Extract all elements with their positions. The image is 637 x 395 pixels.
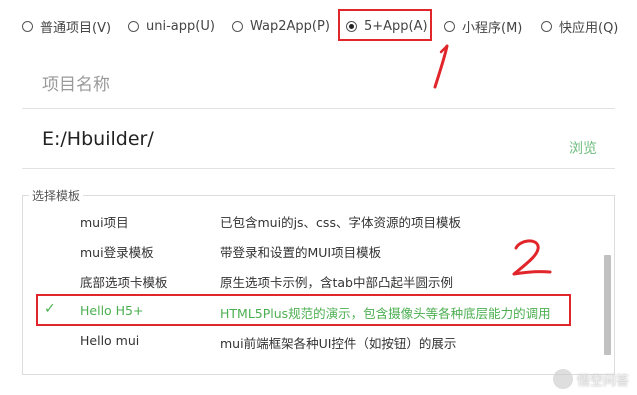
template-name: 底部选项卡模板: [80, 275, 168, 290]
highlight-box-5plus-app: [338, 9, 432, 41]
template-description: 原生选项卡示例，含tab中部凸起半圆示例: [220, 275, 453, 290]
radio-button-icon[interactable]: [541, 20, 552, 32]
radio-label: uni-app(U): [146, 18, 215, 34]
radio-label: 小程序(M): [462, 20, 523, 36]
project-location-field[interactable]: E:/Hbuilder/ 浏览: [22, 118, 615, 169]
radio-label: Wap2App(P): [250, 18, 330, 34]
radio-button-icon[interactable]: [22, 20, 33, 32]
watermark-text: 悟空问答: [576, 373, 629, 389]
watermark-logo-icon: [552, 369, 573, 389]
watermark: 悟空问答: [552, 369, 629, 389]
template-selector: 选择模板 mui项目 已包含mui的js、css、字体资源的项目模板 mui登录…: [22, 187, 615, 375]
template-name: Hello mui: [80, 333, 140, 348]
template-name: mui登录模板: [80, 245, 154, 260]
template-list-scrollbar[interactable]: [604, 255, 611, 355]
template-name: mui项目: [80, 215, 129, 230]
radio-button-icon[interactable]: [444, 20, 455, 32]
highlight-box-hello-h5: [36, 294, 571, 326]
project-type-radio-group: 普通项目(V) uni-app(U) Wap2App(P) 5+App(A) 小…: [0, 0, 637, 50]
radio-uni-app[interactable]: uni-app(U): [128, 16, 215, 36]
project-location-value: E:/Hbuilder/: [42, 128, 154, 150]
radio-mini-program[interactable]: 小程序(M): [444, 16, 522, 36]
template-row[interactable]: Hello mui mui前端框架各种UI控件（如按钮）的展示: [23, 327, 603, 355]
template-legend: 选择模板: [29, 187, 84, 204]
radio-label: 普通项目(V): [40, 20, 112, 36]
radio-wap2app[interactable]: Wap2App(P): [232, 16, 330, 36]
template-description: 已包含mui的js、css、字体资源的项目模板: [220, 215, 461, 230]
radio-normal-project[interactable]: 普通项目(V): [22, 16, 111, 36]
template-description: 带登录和设置的MUI项目模板: [220, 245, 382, 260]
project-name-field[interactable]: 项目名称: [22, 52, 615, 109]
radio-label: 快应用(Q): [559, 20, 619, 36]
browse-link[interactable]: 浏览: [569, 138, 597, 158]
annotation-number-2: [512, 239, 552, 276]
template-row[interactable]: mui项目 已包含mui的js、css、字体资源的项目模板: [23, 206, 603, 234]
radio-quick-app[interactable]: 快应用(Q): [541, 16, 618, 36]
project-name-placeholder: 项目名称: [42, 75, 110, 95]
radio-button-icon[interactable]: [128, 20, 139, 32]
template-description: mui前端框架各种UI控件（如按钮）的展示: [220, 336, 457, 351]
radio-button-icon[interactable]: [232, 20, 243, 32]
